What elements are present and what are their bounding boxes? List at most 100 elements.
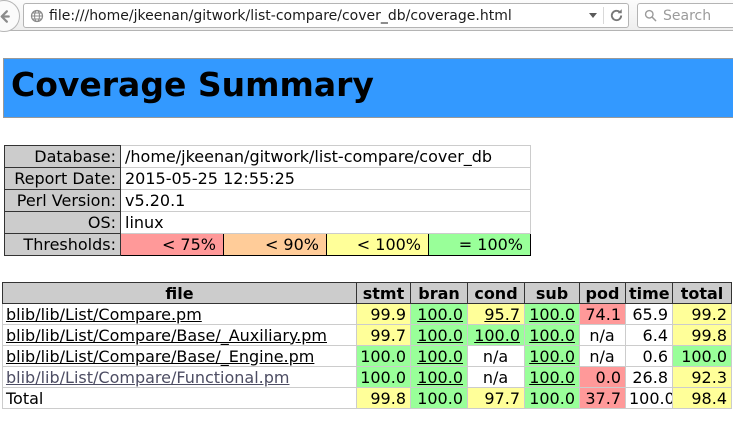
info-label: Database: — [5, 146, 121, 168]
stmt-cell: 100.0 — [357, 346, 411, 367]
info-label: Perl Version: — [5, 190, 121, 212]
bran-cell: 100.0 — [411, 325, 468, 346]
file-cell: blib/lib/List/Compare.pm — [3, 304, 357, 325]
pod-cell: 37.7 — [580, 388, 626, 409]
threshold-cell: < 75% — [121, 234, 224, 256]
chevron-down-icon[interactable] — [589, 13, 597, 18]
stmt-cell: 99.7 — [357, 325, 411, 346]
threshold-cell: < 90% — [224, 234, 327, 256]
stmt-cell: 99.9 — [357, 304, 411, 325]
threshold-cell: < 100% — [327, 234, 429, 256]
table-row: blib/lib/List/Compare/Base/_Auxiliary.pm… — [3, 325, 732, 346]
reload-icon[interactable] — [609, 8, 624, 23]
total-cell: 100.0 — [673, 346, 732, 367]
browser-toolbar: file:///home/jkeenan/gitwork/list-compar… — [0, 0, 733, 31]
info-row: Report Date:2015-05-25 12:55:25 — [5, 168, 531, 190]
time-cell: 100.0 — [626, 388, 673, 409]
time-cell: 65.9 — [626, 304, 673, 325]
time-cell: 0.6 — [626, 346, 673, 367]
search-placeholder: Search — [663, 8, 711, 24]
column-header-time: time — [626, 283, 673, 304]
coverage-detail-link[interactable]: 100.0 — [417, 368, 463, 387]
browser-window: file:///home/jkeenan/gitwork/list-compar… — [0, 0, 733, 434]
total-cell: 98.4 — [673, 388, 732, 409]
sub-cell: 100.0 — [525, 346, 580, 367]
bran-cell: 100.0 — [411, 304, 468, 325]
info-value: /home/jkeenan/gitwork/list-compare/cover… — [121, 146, 531, 168]
cond-cell: 95.7 — [468, 304, 525, 325]
file-link[interactable]: blib/lib/List/Compare/Base/_Auxiliary.pm — [6, 326, 327, 345]
info-value: linux — [121, 212, 531, 234]
coverage-detail-link[interactable]: 100.0 — [417, 305, 463, 324]
total-cell: 92.3 — [673, 367, 732, 388]
page-title: Coverage Summary — [3, 58, 733, 118]
info-row: Perl Version:v5.20.1 — [5, 190, 531, 212]
threshold-cell: = 100% — [429, 234, 531, 256]
coverage-detail-link[interactable]: 100.0 — [417, 347, 463, 366]
file-cell: Total — [3, 388, 357, 409]
cond-cell: n/a — [468, 367, 525, 388]
sub-cell: 100.0 — [525, 367, 580, 388]
stmt-cell: 100.0 — [357, 367, 411, 388]
total-cell: 99.8 — [673, 325, 732, 346]
column-header-total: total — [673, 283, 732, 304]
info-value: v5.20.1 — [121, 190, 531, 212]
page-content: Coverage Summary Database:/home/jkeenan/… — [0, 31, 733, 434]
sub-cell: 100.0 — [525, 388, 580, 409]
column-header-cond: cond — [468, 283, 525, 304]
info-label: Thresholds: — [5, 234, 121, 256]
file-cell: blib/lib/List/Compare/Base/_Engine.pm — [3, 346, 357, 367]
info-label: Report Date: — [5, 168, 121, 190]
coverage-header-row: filestmtbrancondsubpodtimetotal — [3, 283, 732, 304]
file-link[interactable]: blib/lib/List/Compare/Functional.pm — [6, 368, 290, 387]
column-header-file: file — [3, 283, 357, 304]
column-header-sub: sub — [525, 283, 580, 304]
pod-cell: n/a — [580, 325, 626, 346]
info-row: Database:/home/jkeenan/gitwork/list-comp… — [5, 146, 531, 168]
table-row: blib/lib/List/Compare/Base/_Engine.pm 100… — [3, 346, 732, 367]
file-link[interactable]: blib/lib/List/Compare/Base/_Engine.pm — [6, 347, 314, 366]
info-value: 2015-05-25 12:55:25 — [121, 168, 531, 190]
globe-icon — [30, 9, 44, 23]
pod-cell: 74.1 — [580, 304, 626, 325]
coverage-detail-link[interactable]: 95.7 — [484, 305, 520, 324]
coverage-detail-link[interactable]: 100.0 — [529, 368, 575, 387]
column-header-pod: pod — [580, 283, 626, 304]
file-cell: blib/lib/List/Compare/Base/_Auxiliary.pm — [3, 325, 357, 346]
sub-cell: 100.0 — [525, 304, 580, 325]
file-link[interactable]: blib/lib/List/Compare.pm — [6, 305, 202, 324]
bran-cell: 100.0 — [411, 388, 468, 409]
column-header-stmt: stmt — [357, 283, 411, 304]
table-row: blib/lib/List/Compare/Functional.pm 100.0… — [3, 367, 732, 388]
search-input[interactable]: Search — [637, 3, 733, 28]
stmt-cell: 99.8 — [357, 388, 411, 409]
cond-cell: n/a — [468, 346, 525, 367]
total-cell: 99.2 — [673, 304, 732, 325]
info-label: OS: — [5, 212, 121, 234]
back-button[interactable] — [0, 0, 20, 32]
coverage-table: filestmtbrancondsubpodtimetotal blib/lib… — [2, 282, 732, 409]
table-row: Total99.8100.097.7100.037.7100.098.4 — [3, 388, 732, 409]
file-cell: blib/lib/List/Compare/Functional.pm — [3, 367, 357, 388]
total-label: Total — [6, 389, 43, 408]
url-text[interactable]: file:///home/jkeenan/gitwork/list-compar… — [49, 8, 587, 24]
pod-cell: n/a — [580, 346, 626, 367]
coverage-detail-link[interactable]: 100.0 — [417, 326, 463, 345]
address-bar[interactable]: file:///home/jkeenan/gitwork/list-compar… — [23, 3, 629, 28]
coverage-detail-link[interactable]: 100.0 — [529, 305, 575, 324]
cond-cell: 100.0 — [468, 325, 525, 346]
info-row: OS:linux — [5, 212, 531, 234]
coverage-detail-link[interactable]: 100.0 — [474, 326, 520, 345]
bran-cell: 100.0 — [411, 346, 468, 367]
cond-cell: 97.7 — [468, 388, 525, 409]
column-header-bran: bran — [411, 283, 468, 304]
coverage-detail-link[interactable]: 100.0 — [529, 347, 575, 366]
thresholds-row: Thresholds:< 75%< 90%< 100%= 100% — [5, 234, 531, 256]
coverage-detail-link[interactable]: 100.0 — [529, 326, 575, 345]
back-icon — [0, 9, 12, 24]
table-row: blib/lib/List/Compare.pm 99.9 100.0 95.7 100… — [3, 304, 732, 325]
time-cell: 26.8 — [626, 367, 673, 388]
search-icon — [644, 9, 657, 22]
report-info-table: Database:/home/jkeenan/gitwork/list-comp… — [4, 145, 531, 256]
divider — [603, 7, 604, 24]
